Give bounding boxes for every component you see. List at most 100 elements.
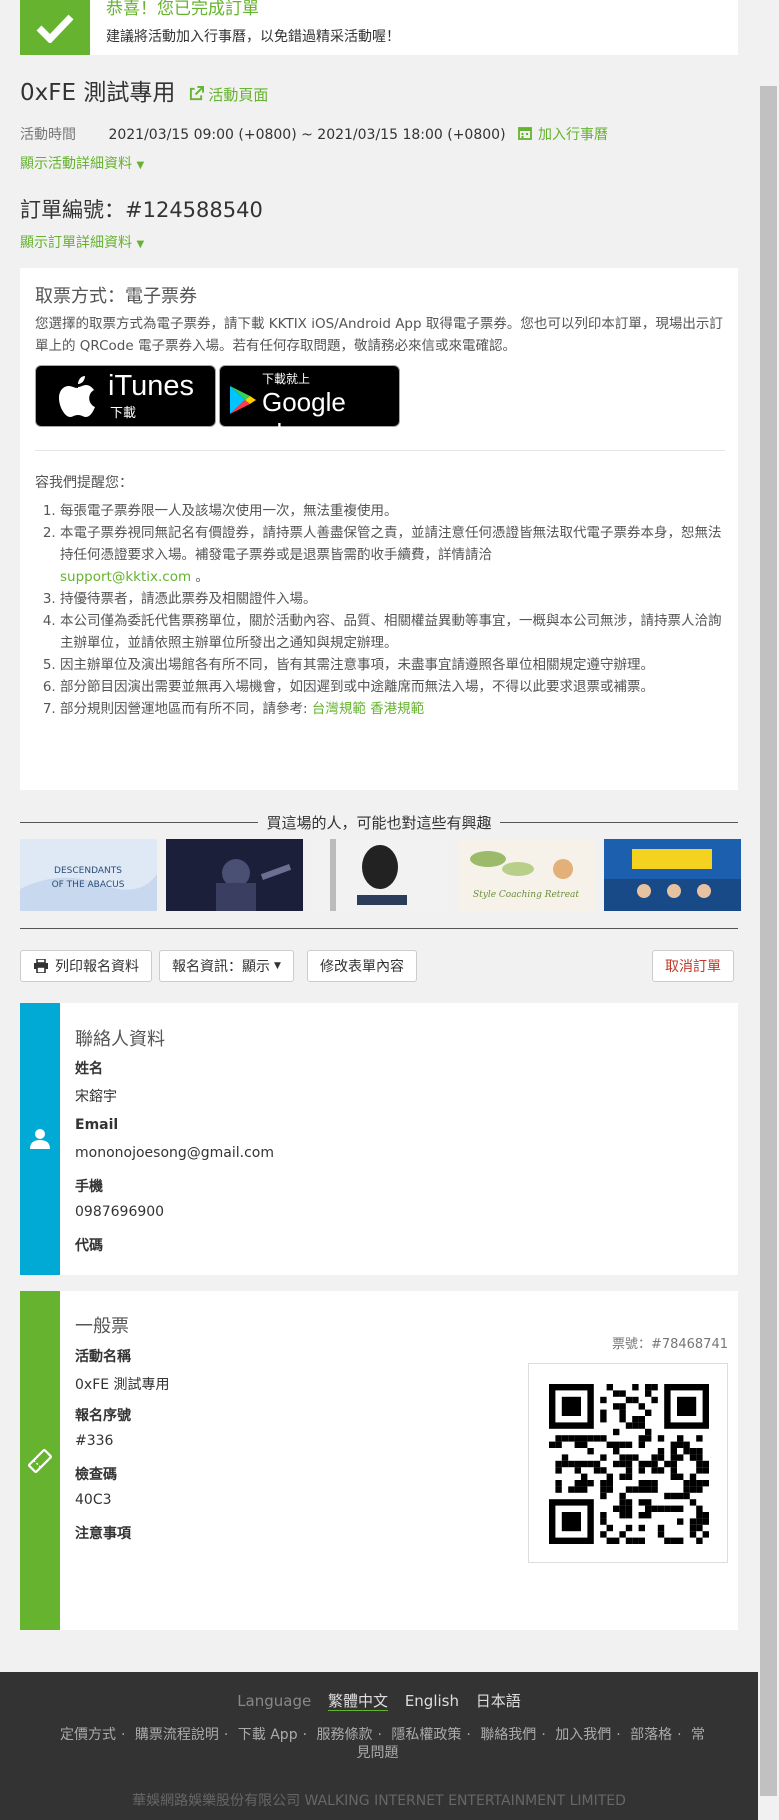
print-label: 列印報名資料 — [55, 959, 139, 975]
cancel-order-label: 取消訂單 — [665, 959, 721, 975]
ticket-card: 一般票 票號：#78468741 活動名稱 0xFE 測試專用 報名序號 #33… — [20, 1291, 738, 1630]
event-name-label: 活動名稱 — [75, 1349, 131, 1365]
thumb-image — [330, 839, 407, 911]
ticket-icon — [28, 1448, 52, 1473]
add-calendar-link[interactable]: 加入行事曆 — [518, 127, 608, 143]
footer-link[interactable]: 下載 App — [238, 1727, 298, 1743]
name-label: 姓名 — [75, 1061, 103, 1077]
rule-item: 每張電子票券限一人及該場次使用一次，無法重複使用。 — [60, 500, 730, 522]
apple-icon — [59, 376, 95, 417]
check-code-value: 40C3 — [75, 1492, 112, 1508]
show-order-details[interactable]: 顯示訂單詳細資料 ▼ — [20, 232, 144, 252]
serial-value: #336 — [75, 1433, 114, 1449]
rule-tw-link[interactable]: 台灣規範 — [312, 701, 366, 717]
caret-down-icon: ▼ — [136, 160, 145, 171]
check-icon — [20, 0, 90, 55]
footer-link[interactable]: 隱私權政策 — [391, 1727, 461, 1743]
rules-list: 每張電子票券限一人及該場次使用一次，無法重複使用。 本電子票券視同無記名有價證券… — [60, 500, 730, 720]
lang-en[interactable]: English — [405, 1692, 459, 1710]
thumb-image — [216, 859, 292, 911]
calendar-icon — [518, 127, 532, 140]
ticket-side-bar — [20, 1291, 60, 1630]
notes-label: 注意事項 — [75, 1526, 131, 1542]
divider — [35, 450, 725, 451]
add-calendar-label: 加入行事曆 — [537, 127, 608, 143]
event-time-value: 2021/03/15 09:00 (+0800) ~ 2021/03/15 18… — [108, 127, 506, 143]
ticket-number: 票號：#78468741 — [611, 1337, 728, 1352]
google-play-icon — [230, 386, 256, 414]
ticket-title: 一般票 — [75, 1316, 129, 1337]
qr-code — [528, 1363, 728, 1563]
ticket-method-title: 取票方式：電子票券 — [35, 286, 197, 307]
phone-label: 手機 — [75, 1179, 103, 1195]
thumb-image — [604, 849, 741, 911]
google-play-sublabel: 下載就上 — [262, 372, 311, 386]
print-icon — [34, 959, 48, 973]
thumb-image: DESCENDANTS OF THE ABACUS — [20, 866, 157, 911]
event-title-row: 0xFE 測試專用 活動頁面 — [20, 73, 268, 107]
footer-link[interactable]: 定價方式 — [60, 1727, 116, 1743]
recommendation-thumb[interactable] — [312, 839, 449, 911]
rule-text: 本電子票券視同無記名有價證券，請持票人善盡保管之責，並請注意任何憑證皆無法取代電… — [60, 525, 722, 563]
print-button[interactable]: 列印報名資料 — [20, 950, 152, 982]
lang-zh-tw[interactable]: 繁體中文 — [328, 1692, 389, 1711]
recommendation-thumb[interactable]: Style Coaching Retreat — [458, 839, 595, 911]
reminder-title: 容我們提醒您： — [35, 475, 133, 491]
itunes-label: iTunes — [108, 370, 194, 402]
footer-link[interactable]: 服務條款 — [317, 1727, 373, 1743]
edit-form-label: 修改表單內容 — [320, 959, 404, 975]
ticket-method-description: 您選擇的取票方式為電子票券，請下載 KKTIX iOS/Android App … — [35, 316, 723, 354]
rule-item: 本電子票券視同無記名有價證券，請持票人善盡保管之責，並請注意任何憑證皆無法取代電… — [60, 522, 730, 588]
qr-code-image — [549, 1384, 709, 1544]
success-subtitle: 建議將活動加入行事曆，以免錯過精采活動喔！ — [106, 29, 400, 45]
event-title: 0xFE 測試專用 — [20, 80, 176, 106]
footer: Language 繁體中文 English 日本語 定價方式 · 購票流程說明 · … — [0, 1672, 758, 1820]
email-label: Email — [75, 1117, 119, 1133]
registration-info-dropdown[interactable]: 報名資訊：顯示 ▼ — [159, 950, 294, 982]
recommendation-thumb[interactable]: DESCENDANTS OF THE ABACUS — [20, 839, 157, 911]
footer-link[interactable]: 購票流程說明 — [135, 1727, 219, 1743]
recommendation-thumb[interactable] — [166, 839, 303, 911]
registration-info-label: 報名資訊：顯示 — [172, 959, 270, 975]
edit-form-button[interactable]: 修改表單內容 — [307, 950, 417, 982]
rule-item: 因主辦單位及演出場館各有所不同，皆有其需注意事項，未盡事宜請遵照各單位相關規定遵… — [60, 654, 730, 676]
order-number: 訂單編號：#124588540 — [20, 198, 263, 222]
scrollbar[interactable] — [758, 0, 779, 1820]
footer-link[interactable]: 部落格 — [630, 1727, 672, 1743]
show-event-details-label: 顯示活動詳細資料 — [20, 156, 132, 172]
recommendation-header: 買這場的人，可能也對這些有興趣 — [20, 812, 738, 832]
name-value: 宋鎔宇 — [75, 1089, 117, 1105]
scrollbar-thumb[interactable] — [760, 86, 777, 1796]
success-title: 恭喜！您已完成訂單 — [106, 0, 259, 19]
support-email-link[interactable]: support@kktix.com — [60, 569, 191, 585]
caret-down-icon: ▼ — [274, 961, 281, 971]
rule-hk-link[interactable]: 香港規範 — [370, 701, 424, 717]
footer-link[interactable]: 聯絡我們 — [480, 1727, 536, 1743]
itunes-download-button[interactable]: iTunes 下載 — [35, 365, 216, 427]
contact-title: 聯絡人資料 — [75, 1029, 165, 1050]
event-time-label: 活動時間 — [20, 127, 76, 143]
thumb-text: OF THE ABACUS — [52, 880, 125, 890]
event-time-row: 活動時間 2021/03/15 09:00 (+0800) ~ 2021/03/… — [20, 124, 608, 144]
copyright: 華娛網路娛樂股份有限公司 WALKING INTERNET ENTERTAINM… — [132, 1793, 626, 1809]
check-code-label: 檢查碼 — [75, 1467, 117, 1483]
event-page-label: 活動頁面 — [208, 86, 269, 104]
thumb-text: Style Coaching Retreat — [473, 890, 579, 900]
cancel-order-button[interactable]: 取消訂單 — [652, 950, 734, 982]
google-play-download-button[interactable]: 下載就上 Google play — [219, 365, 400, 448]
show-event-details[interactable]: 顯示活動詳細資料 ▼ — [20, 153, 144, 173]
lang-ja[interactable]: 日本語 — [476, 1692, 521, 1710]
code-label: 代碼 — [75, 1238, 103, 1254]
contact-side-bar — [20, 1003, 60, 1275]
user-icon — [30, 1129, 50, 1149]
rule-item: 持優待票者，請憑此票券及相關證件入場。 — [60, 588, 730, 610]
recommendation-thumb[interactable] — [604, 839, 741, 911]
serial-label: 報名序號 — [75, 1408, 131, 1424]
language-switcher: Language 繁體中文 English 日本語 — [0, 1690, 758, 1711]
rule-item: 部分規則因營運地區而有所不同，請參考: 台灣規範 香港規範 — [60, 698, 730, 720]
footer-link[interactable]: 加入我們 — [555, 1727, 611, 1743]
external-link-icon — [189, 86, 204, 101]
rule-item: 本公司僅為委託代售票務單位，關於活動內容、品質、相關權益異動等事宜，一概與本公司… — [60, 610, 730, 654]
contact-card: 聯絡人資料 姓名 宋鎔宇 Email mononojoesong@gmail.c… — [20, 1003, 738, 1275]
event-page-link[interactable]: 活動頁面 — [189, 86, 269, 104]
